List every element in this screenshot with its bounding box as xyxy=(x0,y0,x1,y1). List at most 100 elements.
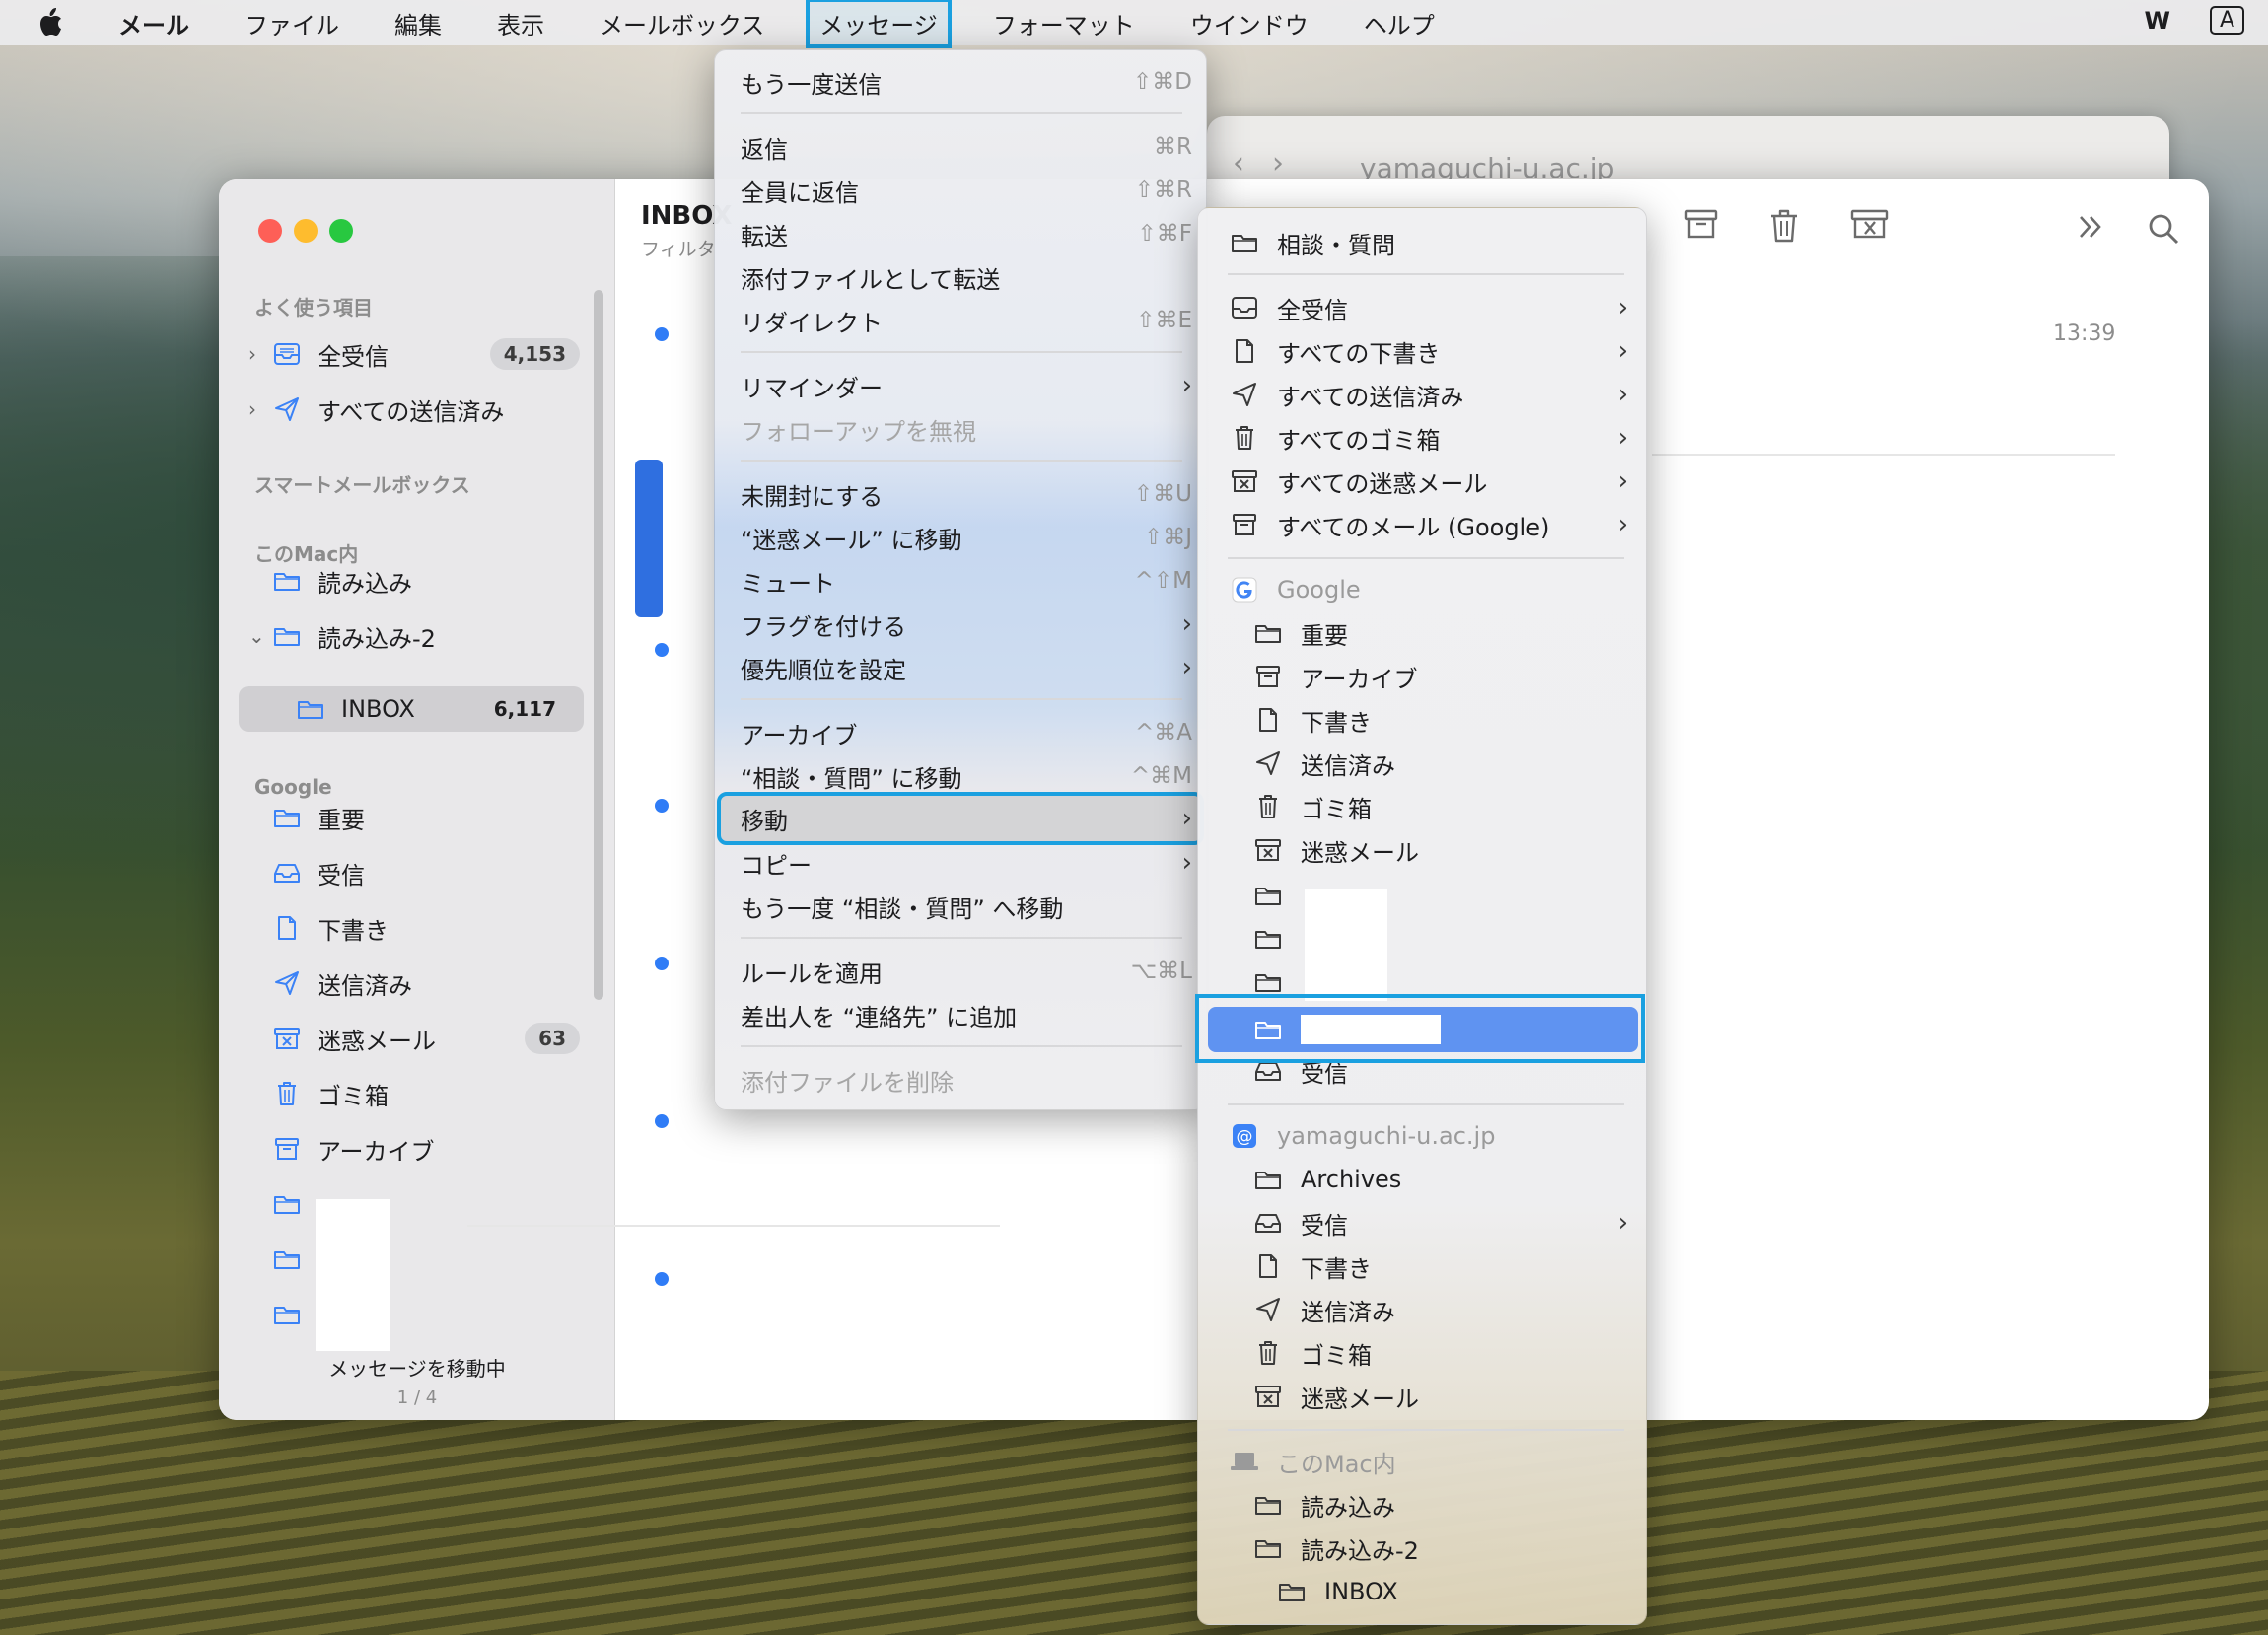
submenu-item-yamaguchi-sent[interactable]: 送信済み xyxy=(1198,1289,1646,1330)
junk-icon[interactable] xyxy=(1850,209,1889,243)
menu-item-reminder[interactable]: リマインダー › xyxy=(715,366,1206,405)
folder-icon xyxy=(1228,228,1261,257)
list-filter-label[interactable]: フィルタ xyxy=(641,235,716,261)
sidebar-item-all-sent[interactable]: › すべての送信済み xyxy=(248,387,594,432)
folder-icon xyxy=(270,566,304,596)
submenu-item-import[interactable]: 読み込み xyxy=(1198,1484,1646,1526)
status-area: メッセージを移動中 1 / 4 xyxy=(219,1353,615,1408)
submenu-item-all-sent[interactable]: すべての送信済み › xyxy=(1198,374,1646,415)
sidebar-item-drafts[interactable]: 下書き xyxy=(248,905,594,951)
chevron-right-icon[interactable]: › xyxy=(248,342,270,366)
sidebar-item-all-inboxes[interactable]: › 全受信 4,153 xyxy=(248,331,594,377)
minimize-button[interactable] xyxy=(294,219,318,243)
selected-message-indicator[interactable] xyxy=(635,460,663,617)
menu-item-mark-unread[interactable]: 未開封にする ⇧⌘U xyxy=(715,474,1206,514)
sidebar-item-trash[interactable]: ゴミ箱 xyxy=(248,1071,594,1116)
submenu-item-all-inboxes[interactable]: 全受信 › xyxy=(1198,287,1646,328)
menu-item-archive[interactable]: アーカイブ ^⌘A xyxy=(715,713,1206,752)
submenu-item-all-junk[interactable]: すべての迷惑メール › xyxy=(1198,461,1646,502)
menu-item-move[interactable]: 移動 › xyxy=(715,799,1206,838)
submenu-item-important[interactable]: 重要 xyxy=(1198,612,1646,654)
menu-item-reply-all[interactable]: 全員に返信 ⇧⌘R xyxy=(715,171,1206,210)
menu-format[interactable]: フォーマット xyxy=(983,2,1145,44)
sidebar-item-folder-redacted[interactable] xyxy=(248,1237,594,1282)
menu-edit[interactable]: 編集 xyxy=(385,2,452,44)
chevron-right-icon: › xyxy=(1181,371,1192,400)
status-app-icon[interactable]: W xyxy=(2144,7,2169,35)
archive-icon[interactable] xyxy=(1684,209,1718,243)
submenu-item-trash[interactable]: ゴミ箱 xyxy=(1198,786,1646,827)
submenu-item-yamaguchi-inbox[interactable]: 受信 › xyxy=(1198,1202,1646,1244)
submenu-item-junk[interactable]: 迷惑メール xyxy=(1198,829,1646,871)
chevron-down-icon[interactable]: ⌄ xyxy=(248,624,270,648)
submenu-item-all-drafts[interactable]: すべての下書き › xyxy=(1198,330,1646,372)
sidebar-item-import-2[interactable]: ⌄ 読み込み-2 xyxy=(248,613,594,659)
apple-icon[interactable] xyxy=(35,6,69,39)
menu-help[interactable]: ヘルプ xyxy=(1354,2,1445,44)
menu-app-name[interactable]: メール xyxy=(108,2,199,44)
submenu-item-consult[interactable]: 相談・質問 xyxy=(1198,222,1646,263)
menu-item-move-to-consult[interactable]: “相談・質問” に移動 ^⌘M xyxy=(715,756,1206,796)
menu-file[interactable]: ファイル xyxy=(235,2,349,44)
menu-item-priority[interactable]: 優先順位を設定 › xyxy=(715,648,1206,687)
submenu-item-folder-redacted[interactable] xyxy=(1198,918,1646,960)
menu-view[interactable]: 表示 xyxy=(487,2,554,44)
sidebar-item-sent[interactable]: 送信済み xyxy=(248,960,594,1006)
more-chevrons-icon[interactable] xyxy=(2077,213,2104,245)
back-forward-icon[interactable]: ‹› xyxy=(1233,146,1311,180)
submenu-item-import-2[interactable]: 読み込み-2 xyxy=(1198,1528,1646,1569)
reading-divider xyxy=(1652,454,2115,456)
sidebar-item-important[interactable]: 重要 xyxy=(248,795,594,840)
menu-item-move-again[interactable]: もう一度 “相談・質問” へ移動 xyxy=(715,887,1206,926)
menu-item-apply-rules[interactable]: ルールを適用 ⌥⌘L xyxy=(715,952,1206,991)
menu-item-flag[interactable]: フラグを付ける › xyxy=(715,604,1206,644)
input-source-icon[interactable]: A xyxy=(2209,6,2244,35)
menu-message[interactable]: メッセージ xyxy=(806,0,952,48)
submenu-item-all-trash[interactable]: すべてのゴミ箱 › xyxy=(1198,417,1646,459)
submenu-item-yamaguchi-trash[interactable]: ゴミ箱 xyxy=(1198,1332,1646,1374)
sidebar-item-inbox-google[interactable]: 受信 xyxy=(248,850,594,895)
sidebar-item-folder-redacted[interactable] xyxy=(248,1181,594,1227)
junk-icon xyxy=(270,1024,304,1053)
window-controls xyxy=(258,219,353,243)
trash-icon xyxy=(1228,423,1261,453)
menu-item-mute[interactable]: ミュート ^⇧M xyxy=(715,561,1206,601)
sidebar-item-junk[interactable]: 迷惑メール 63 xyxy=(248,1016,594,1061)
search-icon[interactable] xyxy=(2148,213,2179,245)
submenu-item-folder-redacted[interactable] xyxy=(1198,875,1646,916)
menu-mailbox[interactable]: メールボックス xyxy=(590,2,774,44)
sidebar-item-archive[interactable]: アーカイブ xyxy=(248,1126,594,1172)
submenu-header-yamaguchi: @ yamaguchi-u.ac.jp xyxy=(1198,1115,1646,1157)
zoom-button[interactable] xyxy=(329,219,353,243)
menu-item-resend[interactable]: もう一度送信 ⇧⌘D xyxy=(715,62,1206,102)
menu-item-forward-as-attachment[interactable]: 添付ファイルとして転送 xyxy=(715,257,1206,297)
submenu-item-sent[interactable]: 送信済み xyxy=(1198,743,1646,784)
menu-item-reply[interactable]: 返信 ⌘R xyxy=(715,127,1206,167)
menu-item-add-sender[interactable]: 差出人を “連絡先” に追加 xyxy=(715,995,1206,1034)
menu-item-move-to-junk[interactable]: “迷惑メール” に移動 ⇧⌘J xyxy=(715,518,1206,557)
submenu-header-on-my-mac: このMac内 xyxy=(1198,1441,1646,1482)
menu-item-redirect[interactable]: リダイレクト ⇧⌘E xyxy=(715,301,1206,340)
sidebar-item-inbox[interactable]: INBOX 6,117 xyxy=(239,686,584,732)
status-title: メッセージを移動中 xyxy=(328,1357,506,1381)
chevron-right-icon: › xyxy=(1181,653,1192,682)
submenu-item-drafts[interactable]: 下書き xyxy=(1198,699,1646,741)
paper-plane-icon xyxy=(270,968,304,998)
submenu-item-yamaguchi-archives[interactable]: Archives xyxy=(1198,1159,1646,1200)
menu-item-forward[interactable]: 転送 ⇧⌘F xyxy=(715,214,1206,253)
submenu-item-yamaguchi-junk[interactable]: 迷惑メール xyxy=(1198,1376,1646,1417)
chevron-right-icon[interactable]: › xyxy=(248,397,270,421)
menu-item-copy[interactable]: コピー › xyxy=(715,843,1206,883)
trash-icon[interactable] xyxy=(1769,209,1799,243)
submenu-item-yamaguchi-drafts[interactable]: 下書き xyxy=(1198,1245,1646,1287)
sidebar-scrollbar[interactable] xyxy=(594,290,603,1000)
menu-bar: メール ファイル 編集 表示 メールボックス メッセージ フォーマット ウインド… xyxy=(0,0,2268,48)
sidebar-item-folder-redacted[interactable] xyxy=(248,1292,594,1337)
document-icon xyxy=(1251,705,1285,735)
submenu-item-all-mail-google[interactable]: すべてのメール (Google) › xyxy=(1198,504,1646,545)
submenu-item-archive[interactable]: アーカイブ xyxy=(1198,656,1646,697)
menu-window[interactable]: ウインドウ xyxy=(1180,2,1318,44)
sidebar-item-import[interactable]: 読み込み xyxy=(248,558,594,604)
close-button[interactable] xyxy=(258,219,282,243)
submenu-item-inbox-mac[interactable]: INBOX xyxy=(1198,1571,1646,1612)
